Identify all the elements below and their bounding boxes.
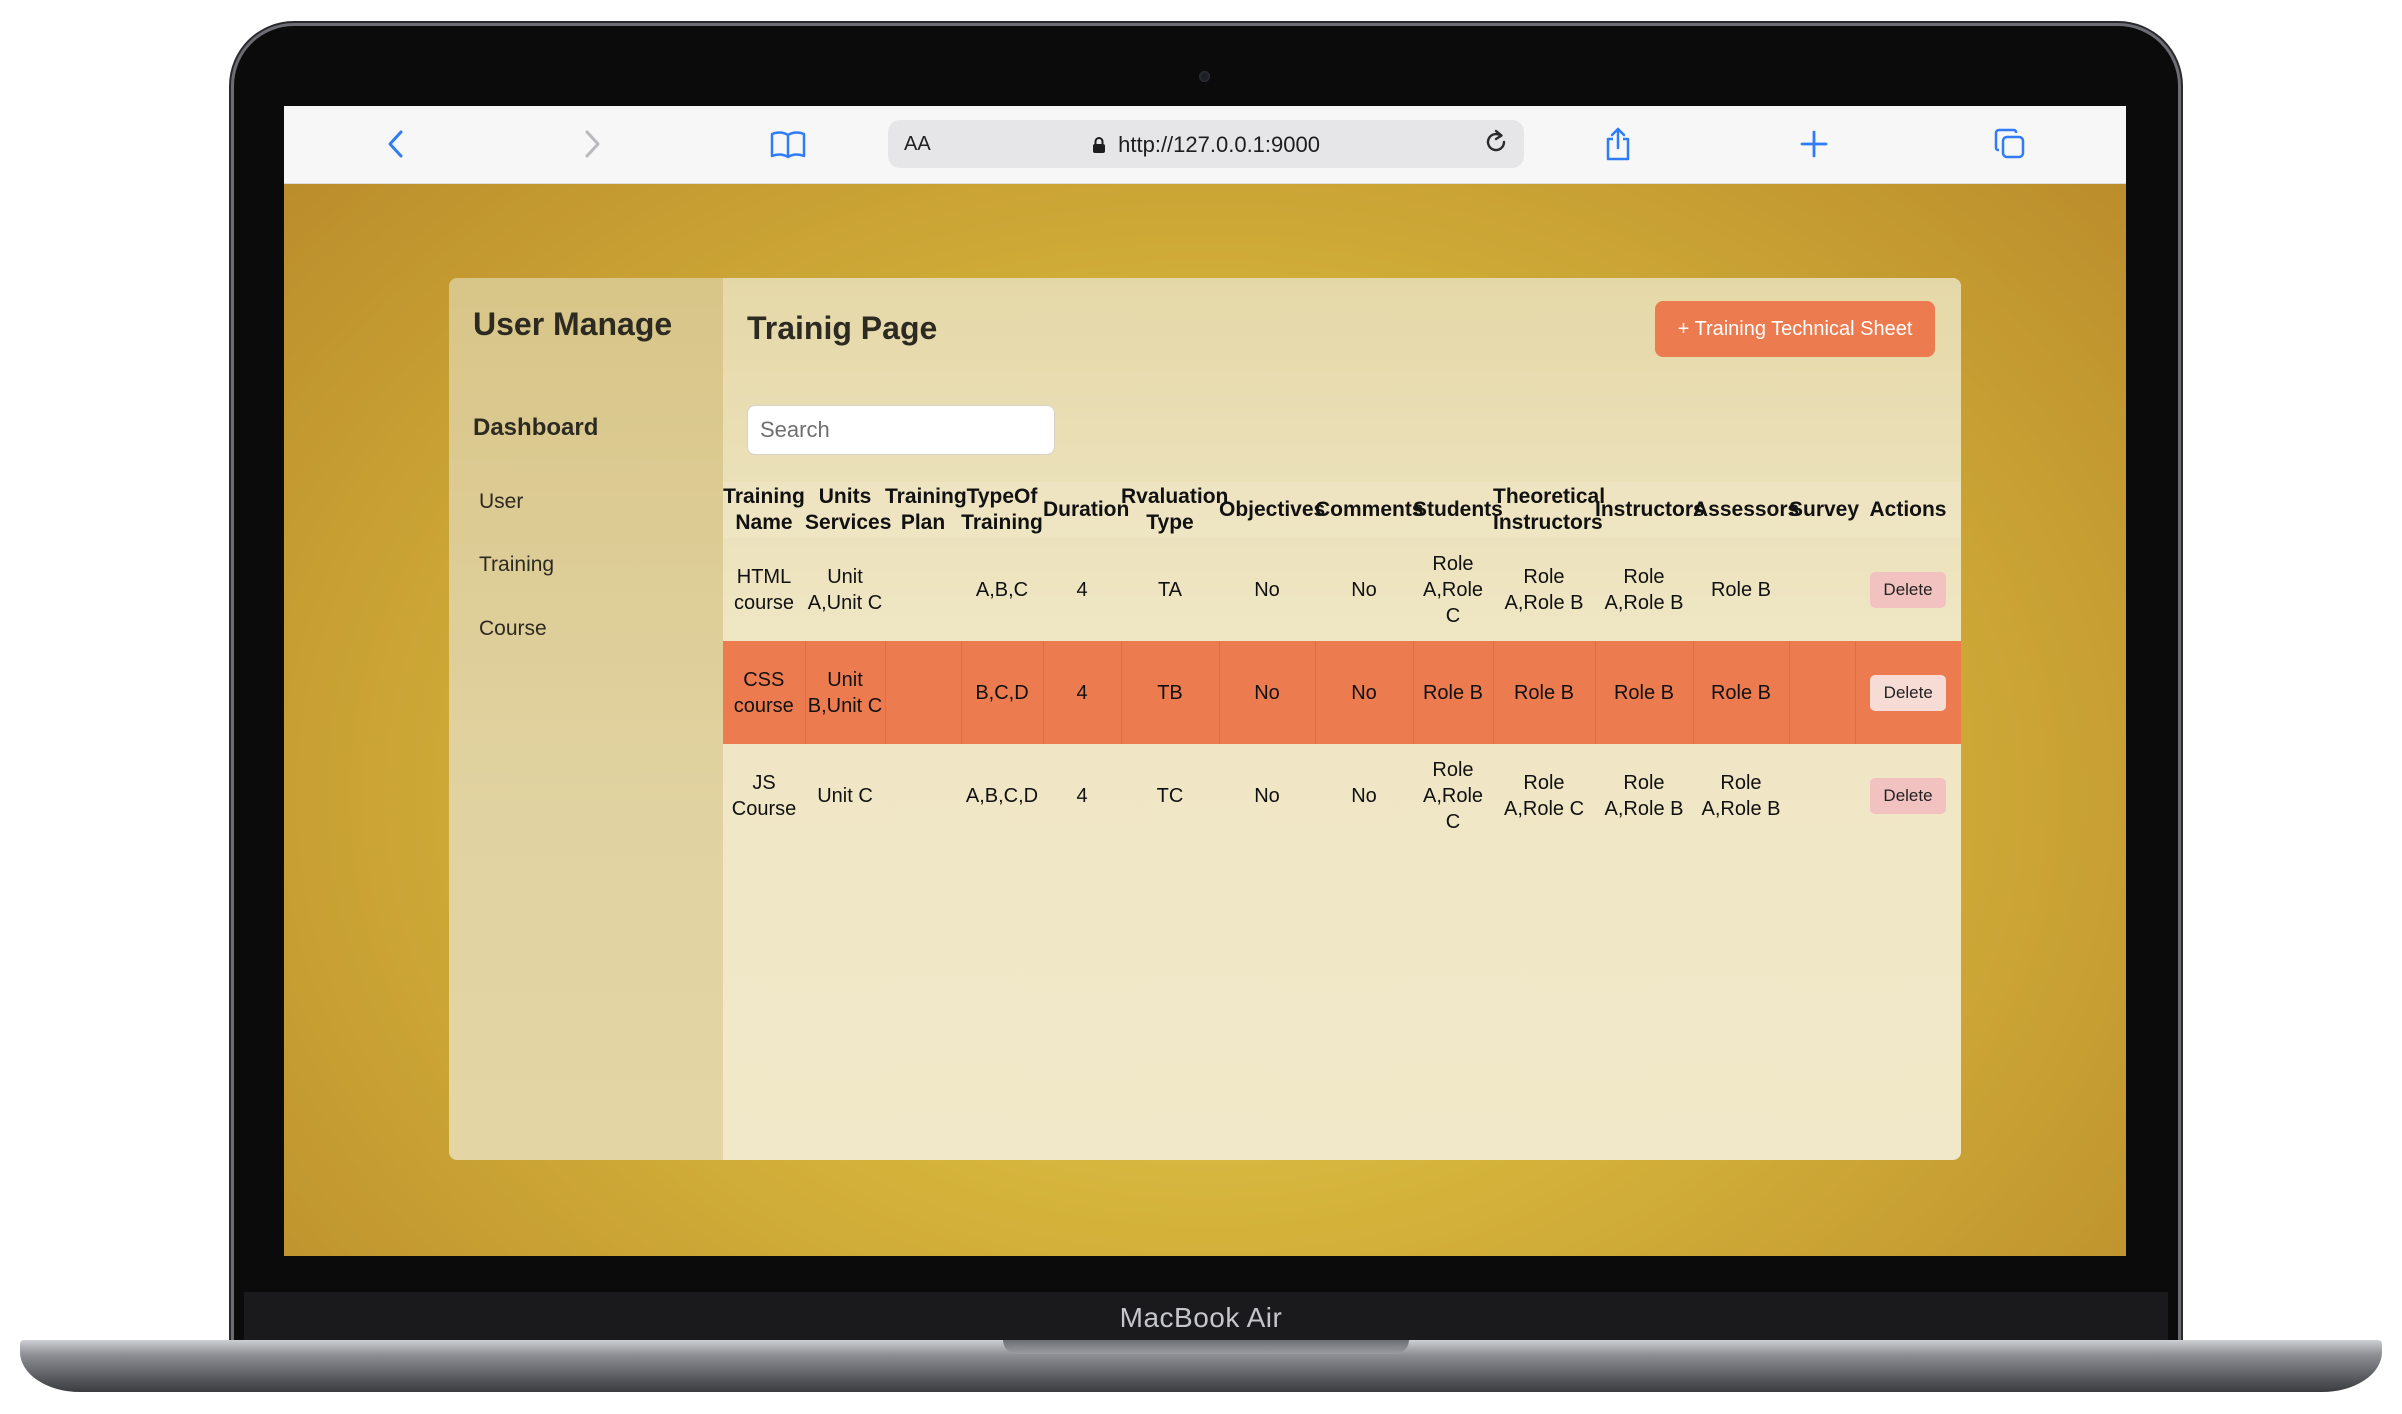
- col-header: Actions: [1855, 482, 1961, 538]
- reload-icon[interactable]: [1482, 128, 1510, 163]
- table-cell: Role B: [1692, 641, 1789, 744]
- sidebar-item-course[interactable]: Course: [479, 617, 547, 641]
- table-cell: [885, 744, 961, 847]
- table-cell: TB: [1120, 641, 1219, 744]
- table-cell: JS Course: [731, 771, 797, 820]
- table-cell: Role A,Role C: [1422, 552, 1484, 627]
- laptop-notch: [1003, 1340, 1409, 1354]
- table-cell: Role A,Role B: [1701, 771, 1781, 820]
- table-cell: HTML course: [733, 565, 795, 614]
- table-cell: No: [1254, 578, 1280, 601]
- back-icon[interactable]: [376, 124, 416, 164]
- app-card: User Manage Dashboard User Training Cour…: [449, 278, 1961, 1160]
- table-cell: Role B: [1492, 641, 1595, 744]
- browser-screen: AA http://127.0.0.1:9000 User Manage Das…: [284, 106, 2126, 1256]
- table-cell: B,C,D: [960, 641, 1043, 744]
- table-cell: [885, 538, 961, 641]
- table-cell: Unit C: [817, 784, 873, 807]
- delete-button[interactable]: Delete: [1870, 571, 1946, 608]
- table-cell: Role A,Role C: [1503, 771, 1585, 820]
- table-cell: Unit A,Unit C: [807, 565, 883, 614]
- table-cell: Unit B,Unit C: [804, 641, 885, 744]
- share-icon[interactable]: [1598, 124, 1638, 164]
- sidebar-title: User Manage: [473, 306, 673, 342]
- main-content: Trainig Page + Training Technical Sheet …: [723, 278, 1961, 1160]
- delete-button[interactable]: Delete: [1870, 674, 1947, 711]
- col-header: Rvaluation Type: [1121, 482, 1228, 538]
- sidebar-dashboard-link[interactable]: Dashboard: [473, 414, 598, 442]
- device-brand-label: MacBook Air: [1119, 1302, 1283, 1333]
- table-cell: [1789, 744, 1855, 847]
- url-display: http://127.0.0.1:9000: [888, 132, 1524, 158]
- col-header: Instructors: [1595, 482, 1705, 538]
- col-header: Theoretical Instructors: [1493, 482, 1605, 538]
- table-row-highlighted[interactable]: CSS course Unit B,Unit C B,C,D 4 TB No N…: [723, 641, 1961, 744]
- tabs-icon[interactable]: [1990, 124, 2030, 164]
- col-header: TypeOf Training: [961, 482, 1043, 538]
- col-header: Units Services: [805, 482, 891, 538]
- table-cell: No: [1254, 784, 1280, 807]
- table-cell: Role A,Role B: [1604, 565, 1684, 614]
- table-cell: Role B: [1412, 641, 1493, 744]
- table-cell: Role B: [1594, 641, 1693, 744]
- table-cell: Role A,Role B: [1504, 565, 1584, 614]
- col-header: Comments: [1315, 482, 1424, 538]
- col-header: Training Name: [723, 482, 805, 538]
- table-cell: No: [1351, 784, 1377, 807]
- table-cell: A,B,C,D: [965, 784, 1039, 807]
- col-header: Training Plan: [885, 482, 967, 538]
- camera-icon: [1199, 71, 1210, 82]
- table-cell: [884, 641, 961, 744]
- table-cell: Role A,Role B: [1604, 771, 1684, 820]
- sidebar-item-user[interactable]: User: [479, 490, 523, 514]
- col-header: Duration: [1043, 482, 1129, 538]
- table-cell: Role B: [1710, 578, 1772, 601]
- table-cell: No: [1218, 641, 1315, 744]
- page-title: Trainig Page: [747, 310, 938, 346]
- table-cell: No: [1314, 641, 1413, 744]
- table-cell: 4: [1076, 784, 1088, 807]
- sidebar-item-training[interactable]: Training: [479, 553, 554, 577]
- forward-icon[interactable]: [572, 124, 612, 164]
- bookmarks-icon[interactable]: [768, 124, 808, 164]
- table-cell: [1789, 538, 1855, 641]
- browser-toolbar: AA http://127.0.0.1:9000: [284, 106, 2126, 184]
- add-training-sheet-button[interactable]: + Training Technical Sheet: [1655, 301, 1935, 357]
- table-cell: TA: [1157, 578, 1183, 601]
- table-cell: 4: [1076, 578, 1088, 601]
- col-header: Assessors: [1693, 482, 1799, 538]
- delete-button[interactable]: Delete: [1870, 777, 1946, 814]
- table-cell: A,B,C: [975, 578, 1029, 601]
- address-bar[interactable]: AA http://127.0.0.1:9000: [888, 120, 1524, 168]
- training-table: Training Name Units Services Training Pl…: [723, 482, 1961, 847]
- table-row[interactable]: JS Course Unit C A,B,C,D 4 TC No No Role…: [723, 744, 1961, 847]
- table-cell: Role A,Role C: [1422, 758, 1484, 833]
- sidebar: User Manage Dashboard User Training Cour…: [449, 278, 723, 1160]
- laptop-mockup: AA http://127.0.0.1:9000 User Manage Das…: [0, 0, 2402, 1414]
- col-header: Survey: [1789, 482, 1859, 538]
- lock-icon: [1092, 132, 1118, 157]
- table-cell: TC: [1156, 784, 1184, 807]
- table-cell: 4: [1042, 641, 1121, 744]
- actions-cell: Delete: [1855, 744, 1961, 847]
- actions-cell: Delete: [1855, 538, 1961, 641]
- table-cell: [1788, 641, 1855, 744]
- new-tab-icon[interactable]: [1794, 124, 1834, 164]
- actions-cell: Delete: [1854, 641, 1961, 744]
- table-cell: No: [1351, 578, 1377, 601]
- url-text: http://127.0.0.1:9000: [1118, 132, 1320, 157]
- table-header-row: Training Name Units Services Training Pl…: [723, 482, 1961, 538]
- col-header: Objectives: [1219, 482, 1325, 538]
- table-cell: CSS course: [723, 641, 805, 744]
- table-row[interactable]: HTML course Unit A,Unit C A,B,C 4 TA No …: [723, 538, 1961, 641]
- search-input[interactable]: [747, 405, 1055, 455]
- col-header: Students: [1413, 482, 1503, 538]
